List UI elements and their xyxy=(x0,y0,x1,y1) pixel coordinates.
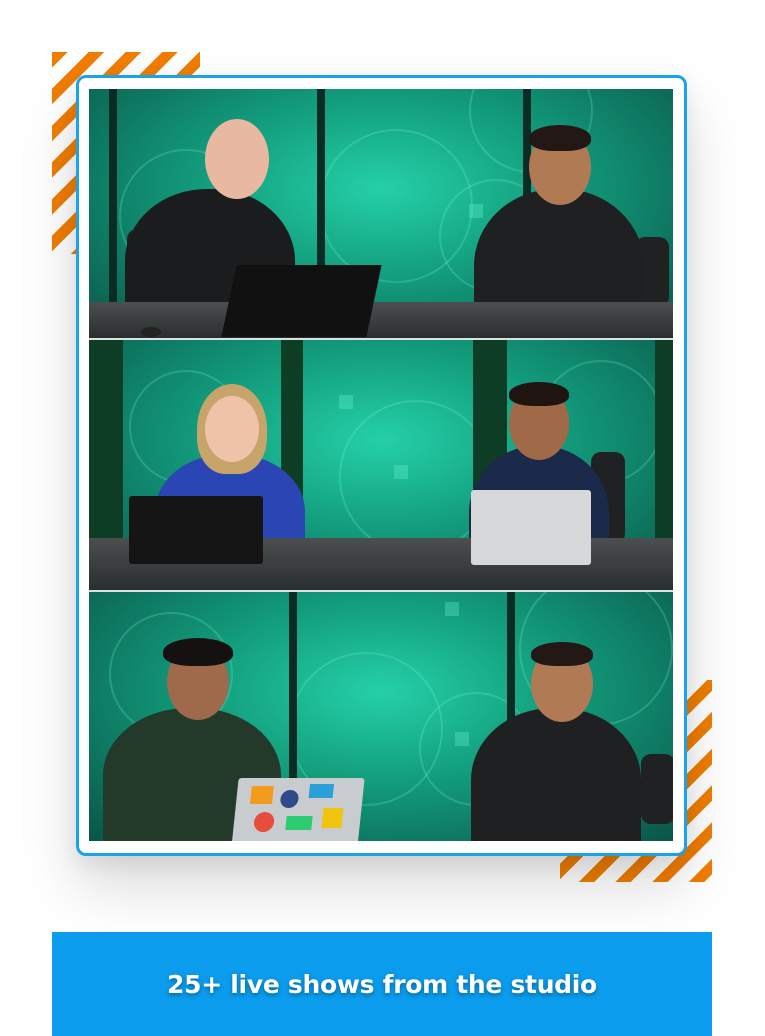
bg-pillar xyxy=(109,89,117,339)
bg-square xyxy=(455,731,469,746)
bg-square xyxy=(394,465,408,480)
bg-square xyxy=(339,395,353,410)
sticker-laptop xyxy=(231,777,365,841)
laptop xyxy=(129,496,263,565)
studio-photo-3 xyxy=(89,591,673,841)
laptop xyxy=(221,265,382,337)
computer-mouse xyxy=(141,327,161,337)
bg-square xyxy=(469,204,483,218)
caption-text: 25+ live shows from the studio xyxy=(167,969,597,999)
chair xyxy=(641,753,673,824)
studio-photo-2 xyxy=(89,340,673,592)
laptop xyxy=(471,490,591,566)
studio-desk xyxy=(89,302,673,339)
caption-banner: 25+ live shows from the studio xyxy=(52,932,712,1036)
bg-square xyxy=(445,601,459,616)
photo-collage xyxy=(89,89,673,841)
studio-photo-1 xyxy=(89,89,673,341)
